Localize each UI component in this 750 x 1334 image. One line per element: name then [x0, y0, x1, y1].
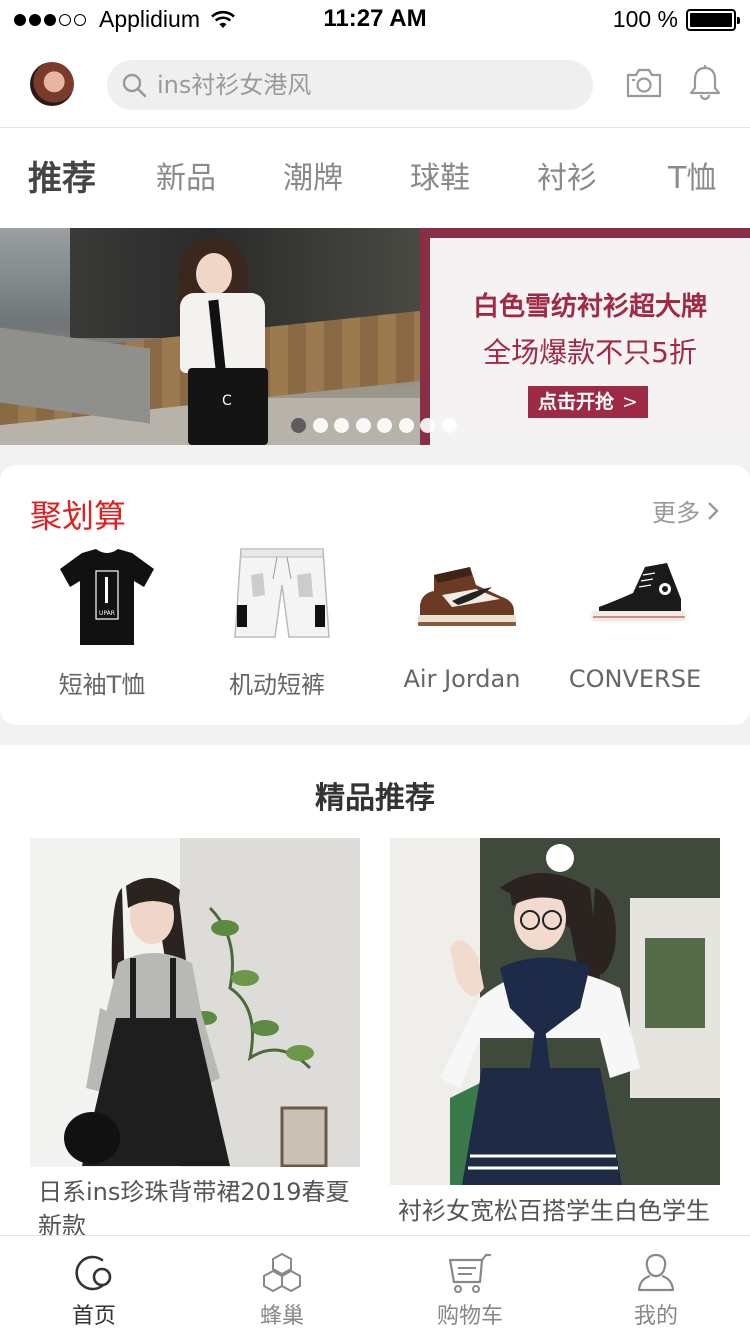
product-image [30, 838, 360, 1167]
tabbar-label: 购物车 [436, 1304, 503, 1329]
status-bar: Applidium 11:27 AM 100 % [0, 0, 750, 40]
product-card[interactable]: 日系ins珍珠背带裙2019春夏新款 [30, 838, 360, 1238]
home-icon [75, 1255, 112, 1291]
category-tabs: 推荐 新品 潮牌 球鞋 衬衫 T恤 [0, 129, 750, 228]
profile-icon [637, 1253, 675, 1292]
tabbar-item-cart[interactable]: 购物车 [376, 1236, 564, 1334]
deals-section: 聚划算 更多 UPAR 短袖T恤 机动短裤 Air Jordan CONVERS… [0, 465, 750, 725]
carousel-dot[interactable] [398, 418, 414, 433]
chevron-right-icon [708, 501, 719, 520]
banner-photo: C [0, 228, 420, 445]
search-bar[interactable] [107, 60, 593, 110]
product-title: 日系ins珍珠背带裙2019春夏新款 [38, 1178, 350, 1238]
recommend-title: 精品推荐 [315, 781, 435, 816]
battery-icon [686, 8, 740, 31]
chevron-right-icon: > [622, 391, 638, 413]
tabbar-item-home[interactable]: 首页 [0, 1236, 188, 1334]
hive-icon [263, 1252, 301, 1293]
tabbar-label: 蜂巢 [259, 1304, 304, 1329]
carousel-dot[interactable] [377, 418, 392, 433]
deal-item-label: 短袖T恤 [58, 671, 146, 699]
carousel-dot[interactable] [355, 418, 371, 433]
tab-sneakers[interactable]: 球鞋 [410, 153, 470, 197]
bell-icon[interactable] [688, 64, 722, 100]
tabbar-label: 首页 [71, 1304, 116, 1329]
status-bar-right: 100 % [612, 6, 740, 33]
deal-item-label: CONVERSE [568, 665, 702, 693]
tab-new[interactable]: 新品 [156, 153, 216, 197]
carousel-dot[interactable] [312, 418, 328, 433]
banner-ad-panel: 白色雪纺衬衫超大牌 全场爆款不只5折 点击开抢 > [420, 228, 750, 445]
deals-more-label: 更多 [652, 499, 700, 527]
cart-icon [448, 1253, 492, 1293]
top-header [0, 40, 750, 128]
deal-item-converse[interactable]: CONVERSE [555, 545, 715, 705]
deals-more-link[interactable]: 更多 [652, 493, 720, 528]
carousel-dot[interactable] [291, 418, 306, 433]
banner-subtitle: 全场爆款不只5折 [483, 336, 697, 369]
avatar[interactable] [30, 62, 74, 106]
banner-cta-label: 点击开抢 [538, 391, 615, 413]
carousel-dot[interactable] [334, 418, 349, 433]
deal-item-label: 机动短裤 [229, 671, 325, 699]
banner-title: 白色雪纺衬衫超大牌 [472, 292, 707, 322]
tab-shirts[interactable]: 衬衫 [537, 153, 597, 197]
sneaker-image [591, 563, 685, 621]
deal-item-shorts[interactable]: 机动短裤 [197, 545, 357, 705]
product-image [390, 838, 720, 1185]
tshirt-image: UPAR [60, 549, 154, 645]
carousel-dot[interactable] [420, 418, 435, 433]
deal-item-tshirt[interactable]: UPAR 短袖T恤 [22, 545, 182, 705]
deal-item-air-jordan[interactable]: Air Jordan [382, 545, 542, 705]
camera-icon[interactable] [625, 66, 663, 100]
shorts-image [234, 548, 330, 638]
product-card[interactable]: 衬衫女宽松百搭学生白色学生 [390, 838, 720, 1238]
promo-banner[interactable]: C 白色雪纺衬衫超大牌 全场爆款不只5折 点击开抢 > [0, 228, 750, 445]
search-icon [122, 73, 147, 98]
banner-cta-button[interactable]: 点击开抢 > [528, 386, 648, 418]
tabbar-label: 我的 [633, 1304, 678, 1329]
tab-tshirts[interactable]: T恤 [668, 153, 716, 197]
bottom-tab-bar: 首页 蜂巢 购物车 我的 [0, 1235, 750, 1334]
battery-percent: 100 % [612, 6, 678, 32]
tabbar-item-profile[interactable]: 我的 [562, 1236, 750, 1334]
tab-trend-brand[interactable]: 潮牌 [283, 153, 343, 197]
sneaker-image [418, 567, 516, 626]
deal-item-label: Air Jordan [403, 665, 521, 693]
recommend-section: 精品推荐 日系ins珍珠背带裙2019春夏新款 衬衫女宽松百搭学生白色学生 [0, 745, 750, 1238]
carousel-indicator [291, 418, 463, 433]
tabbar-item-hive[interactable]: 蜂巢 [188, 1236, 376, 1334]
search-input[interactable] [157, 71, 557, 99]
svg-text:UPAR: UPAR [99, 610, 115, 617]
product-title: 衬衫女宽松百搭学生白色学生 [398, 1197, 710, 1225]
tab-recommend[interactable]: 推荐 [28, 151, 96, 200]
carousel-dot[interactable] [441, 418, 457, 433]
deals-title: 聚划算 [30, 497, 127, 535]
